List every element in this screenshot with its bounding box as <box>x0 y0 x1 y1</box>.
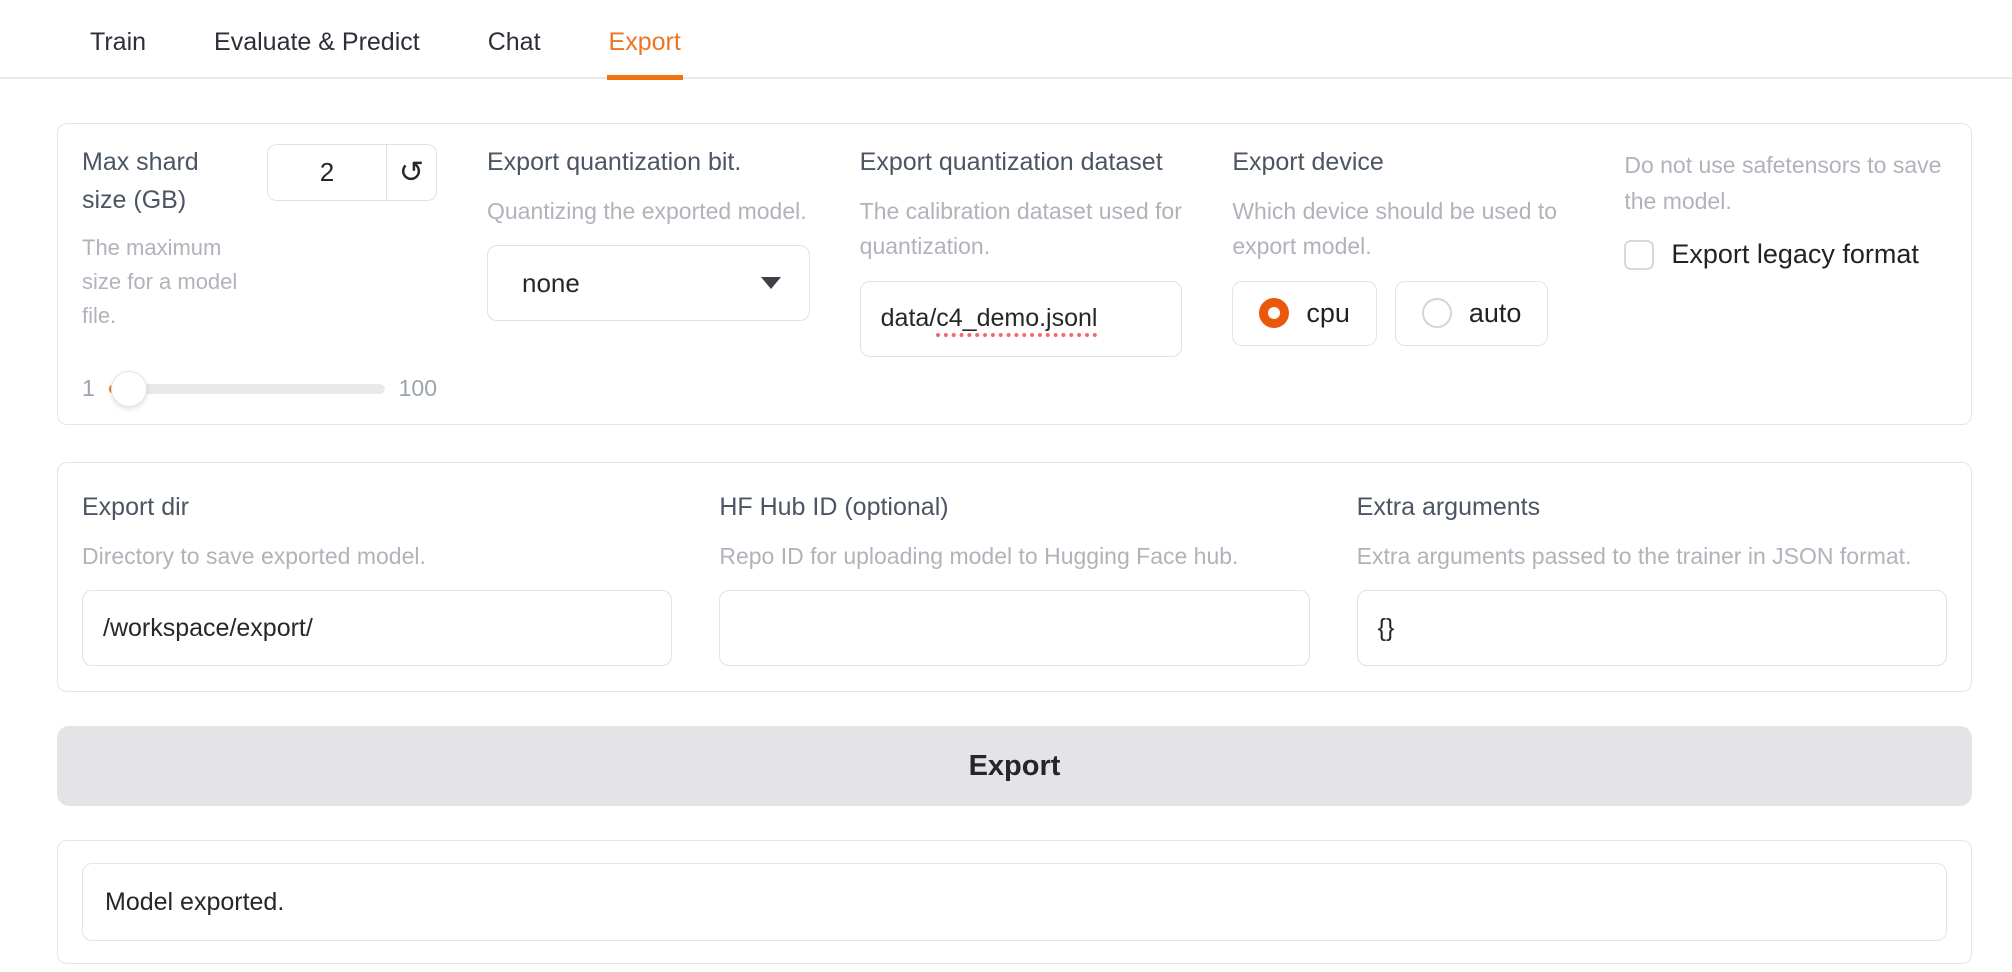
hf-hub-id-label: HF Hub ID (optional) <box>719 489 1309 527</box>
export-tab-panel: Max shard size (GB) The maximum size for… <box>0 79 2012 964</box>
dataset-path-spellchecked: c4_demo.jsonl <box>936 304 1097 333</box>
max-shard-size-slider[interactable] <box>109 384 385 394</box>
output-textbox[interactable]: Model exported. <box>82 863 1947 941</box>
slider-max-label: 100 <box>399 375 437 402</box>
radio-cpu-label: cpu <box>1306 298 1350 329</box>
extra-arguments-field: Extra arguments Extra arguments passed t… <box>1357 489 1947 666</box>
dropdown-selected-value: none <box>522 268 761 299</box>
radio-auto-label: auto <box>1469 298 1522 329</box>
export-quantization-dataset-label: Export quantization dataset <box>860 144 1183 182</box>
extra-arguments-info: Extra arguments passed to the trainer in… <box>1357 539 1947 575</box>
extra-arguments-input[interactable] <box>1357 590 1947 666</box>
output-card: Model exported. <box>57 840 1972 964</box>
export-dir-input[interactable] <box>82 590 672 666</box>
max-shard-size-number-box: ↺ <box>267 144 437 201</box>
export-quantization-bit-label: Export quantization bit. <box>487 144 810 182</box>
slider-thumb[interactable] <box>111 371 147 407</box>
max-shard-size-info: The maximum size for a model file. <box>82 231 262 333</box>
radio-option-cpu[interactable]: cpu <box>1232 281 1377 346</box>
export-button[interactable]: Export <box>57 726 1972 806</box>
export-quantization-bit-dropdown[interactable]: none <box>487 245 810 321</box>
export-legacy-format-label: Export legacy format <box>1671 239 1919 270</box>
max-shard-size-number-input[interactable] <box>268 145 386 200</box>
export-device-label: Export device <box>1232 144 1574 182</box>
export-legacy-format-checkbox-row[interactable]: Export legacy format <box>1624 239 1947 270</box>
reset-icon[interactable]: ↺ <box>386 145 436 200</box>
tab-bar: Train Evaluate & Predict Chat Export <box>0 0 2012 79</box>
tab-export[interactable]: Export <box>607 28 683 80</box>
hf-hub-id-info: Repo ID for uploading model to Hugging F… <box>719 539 1309 575</box>
tab-train[interactable]: Train <box>88 28 148 80</box>
checkbox-unchecked-icon[interactable] <box>1624 240 1654 270</box>
tab-evaluate-predict[interactable]: Evaluate & Predict <box>212 28 422 80</box>
max-shard-size-label: Max shard size (GB) <box>82 144 232 219</box>
export-paths-card: Export dir Directory to save exported mo… <box>57 462 1972 692</box>
slider-min-label: 1 <box>82 375 95 402</box>
export-quantization-bit-info: Quantizing the exported model. <box>487 194 810 230</box>
export-options-card: Max shard size (GB) The maximum size for… <box>57 123 1972 425</box>
max-shard-size-field: Max shard size (GB) The maximum size for… <box>82 144 437 402</box>
radio-option-auto[interactable]: auto <box>1395 281 1549 346</box>
export-quantization-dataset-info: The calibration dataset used for quantiz… <box>860 194 1183 265</box>
extra-arguments-label: Extra arguments <box>1357 489 1947 527</box>
export-quantization-bit-field: Export quantization bit. Quantizing the … <box>487 144 810 402</box>
chevron-down-icon <box>761 277 781 289</box>
export-dir-label: Export dir <box>82 489 672 527</box>
hf-hub-id-input[interactable] <box>719 590 1309 666</box>
tab-chat[interactable]: Chat <box>486 28 543 80</box>
export-quantization-dataset-input[interactable]: data/c4_demo.jsonl <box>860 281 1183 357</box>
export-quantization-dataset-field: Export quantization dataset The calibrat… <box>860 144 1183 402</box>
export-dir-info: Directory to save exported model. <box>82 539 672 575</box>
hf-hub-id-field: HF Hub ID (optional) Repo ID for uploadi… <box>719 489 1309 666</box>
legacy-format-info: Do not use safetensors to save the model… <box>1624 148 1947 219</box>
export-dir-field: Export dir Directory to save exported mo… <box>82 489 672 666</box>
export-device-info: Which device should be used to export mo… <box>1232 194 1574 265</box>
radio-unselected-icon <box>1422 298 1452 328</box>
export-legacy-format-field: Do not use safetensors to save the model… <box>1624 144 1947 402</box>
export-device-field: Export device Which device should be use… <box>1232 144 1574 402</box>
radio-selected-icon <box>1259 298 1289 328</box>
dataset-path-head: data/ <box>881 304 937 333</box>
